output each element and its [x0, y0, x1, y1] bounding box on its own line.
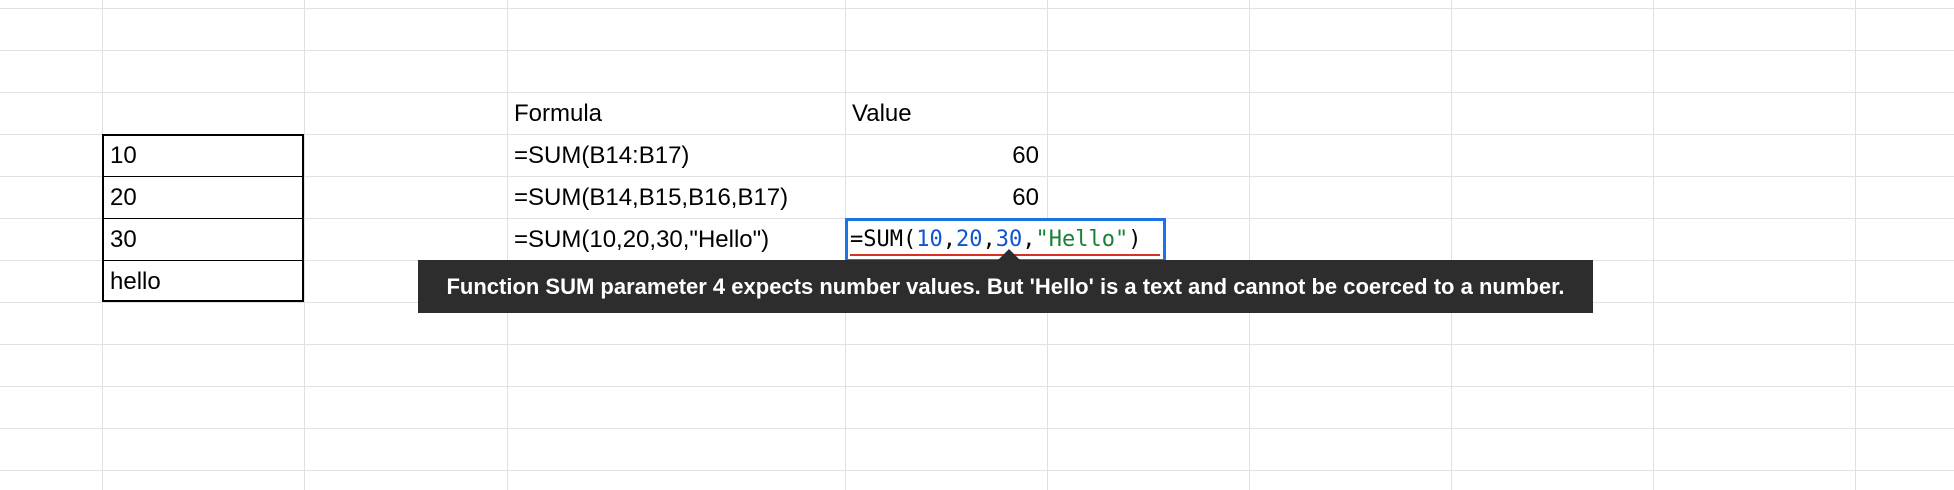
token-string: "Hello" — [1035, 227, 1129, 252]
value-cell-row-1[interactable]: 60 — [846, 135, 1039, 177]
grid-row-line — [0, 92, 1954, 93]
token-comma: , — [1022, 227, 1036, 252]
grid-column-line — [1855, 0, 1856, 490]
cell-b15[interactable]: 20 — [110, 177, 137, 219]
formula-text-row-3[interactable]: =SUM(10,20,30,"Hello") — [514, 219, 769, 261]
grid-column-line — [507, 0, 508, 490]
grid-column-line — [1653, 0, 1654, 490]
cell-b17[interactable]: hello — [110, 261, 161, 303]
grid-column-line — [1249, 0, 1250, 490]
token-comma: , — [942, 227, 956, 252]
grid-row-line — [0, 428, 1954, 429]
token-number: 20 — [955, 227, 983, 252]
grid-row-line — [0, 386, 1954, 387]
token-comma: , — [982, 227, 996, 252]
formula-text-row-1[interactable]: =SUM(B14:B17) — [514, 135, 689, 177]
grid-row-line — [0, 344, 1954, 345]
token-number: 10 — [916, 227, 943, 252]
tooltip-arrow — [998, 249, 1020, 260]
header-value[interactable]: Value — [852, 93, 912, 135]
error-tooltip: Function SUM parameter 4 expects number … — [418, 260, 1593, 313]
grid-row-line — [0, 8, 1954, 9]
grid-column-line — [1451, 0, 1452, 490]
token-close-paren: ) — [1128, 227, 1142, 252]
token-function: =SUM( — [850, 227, 917, 252]
header-formula[interactable]: Formula — [514, 93, 602, 135]
grid-column-line — [304, 0, 305, 490]
grid-row-line — [0, 50, 1954, 51]
cell-b14[interactable]: 10 — [110, 135, 137, 177]
grid-row-line — [0, 470, 1954, 471]
formula-text-row-2[interactable]: =SUM(B14,B15,B16,B17) — [514, 177, 788, 219]
value-cell-row-2[interactable]: 60 — [846, 177, 1039, 219]
cell-b16[interactable]: 30 — [110, 219, 137, 261]
